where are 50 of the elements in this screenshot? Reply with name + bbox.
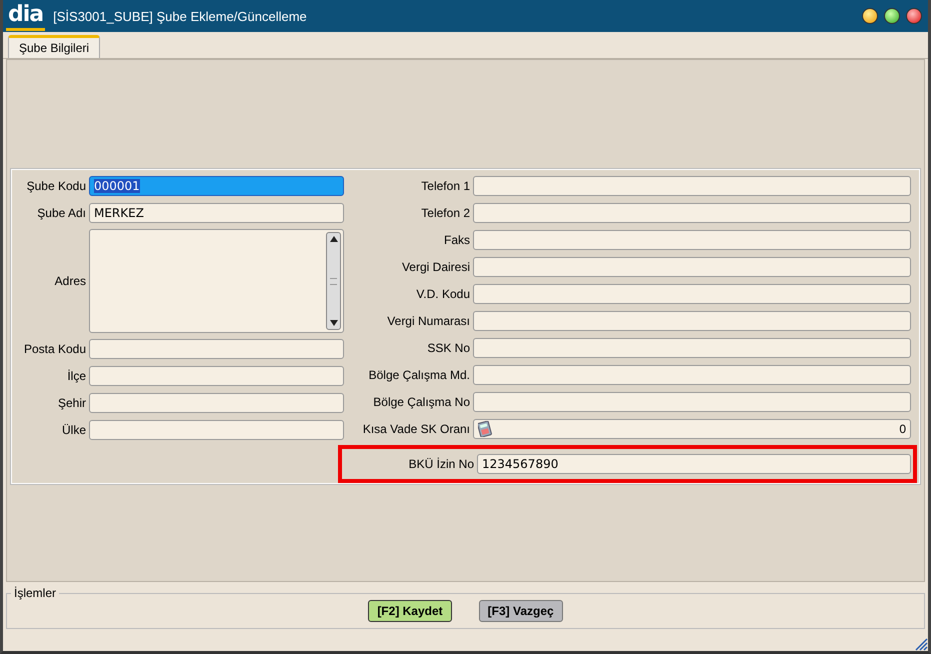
up-arrow-icon[interactable] <box>330 236 338 242</box>
maximize-button[interactable] <box>884 8 900 24</box>
field-label: Bölge Çalışma Md. <box>368 368 470 382</box>
input-field[interactable] <box>473 230 911 250</box>
input-field[interactable]: MERKEZ <box>89 203 344 223</box>
close-button[interactable] <box>906 8 922 24</box>
down-arrow-icon[interactable] <box>330 320 338 326</box>
field-label: Vergi Numarası <box>386 314 470 328</box>
field-label: BKÜ İzin No <box>408 457 474 471</box>
input-field[interactable] <box>473 392 911 412</box>
input-field[interactable] <box>473 338 911 358</box>
field-label: Posta Kodu <box>22 342 86 356</box>
input-field[interactable] <box>89 366 344 386</box>
input-field[interactable] <box>473 257 911 277</box>
calculator-icon[interactable] <box>478 421 492 437</box>
window-title: [SİS3001_SUBE] Şube Ekleme/Güncelleme <box>53 8 307 24</box>
field-label: V.D. Kodu <box>415 287 470 301</box>
input-field[interactable]: 1234567890 <box>477 454 911 474</box>
field-label: Faks <box>442 233 470 247</box>
field-label: Kısa Vade SK Oranı <box>362 422 470 436</box>
field-label: İlçe <box>66 369 86 383</box>
field-label: Telefon 2 <box>420 206 470 220</box>
field-label: Adres <box>54 274 86 288</box>
address-field[interactable] <box>89 229 344 333</box>
input-field[interactable]: 000001 <box>89 176 344 196</box>
field-label: Telefon 1 <box>420 179 470 193</box>
field-label: Şehir <box>56 396 86 410</box>
cancel-button[interactable]: [F3] Vazgeç <box>478 600 563 622</box>
tab[interactable]: Şube Bilgileri <box>8 35 100 58</box>
input-field[interactable] <box>473 365 911 385</box>
field-label: Şube Kodu <box>26 179 86 193</box>
field-label: Şube Adı <box>36 206 86 220</box>
input-field[interactable] <box>473 176 911 196</box>
field-label: SSK No <box>426 341 470 355</box>
input-field[interactable] <box>473 311 911 331</box>
input-field[interactable] <box>89 339 344 359</box>
field-label: Ülke <box>60 423 86 437</box>
minimize-button[interactable] <box>862 8 878 24</box>
field-label: Vergi Dairesi <box>400 260 470 274</box>
input-field[interactable] <box>473 284 911 304</box>
scrollbar[interactable] <box>326 232 341 330</box>
resize-grip-icon[interactable] <box>914 637 928 651</box>
save-button[interactable]: [F2] Kaydet <box>368 600 452 622</box>
logo: dia <box>6 2 46 30</box>
group-title: İşlemler <box>13 586 58 600</box>
input-field[interactable] <box>89 393 344 413</box>
input-field[interactable]: 0 <box>473 419 911 439</box>
field-label: Bölge Çalışma No <box>372 395 470 409</box>
input-field[interactable] <box>89 420 344 440</box>
input-field[interactable] <box>473 203 911 223</box>
